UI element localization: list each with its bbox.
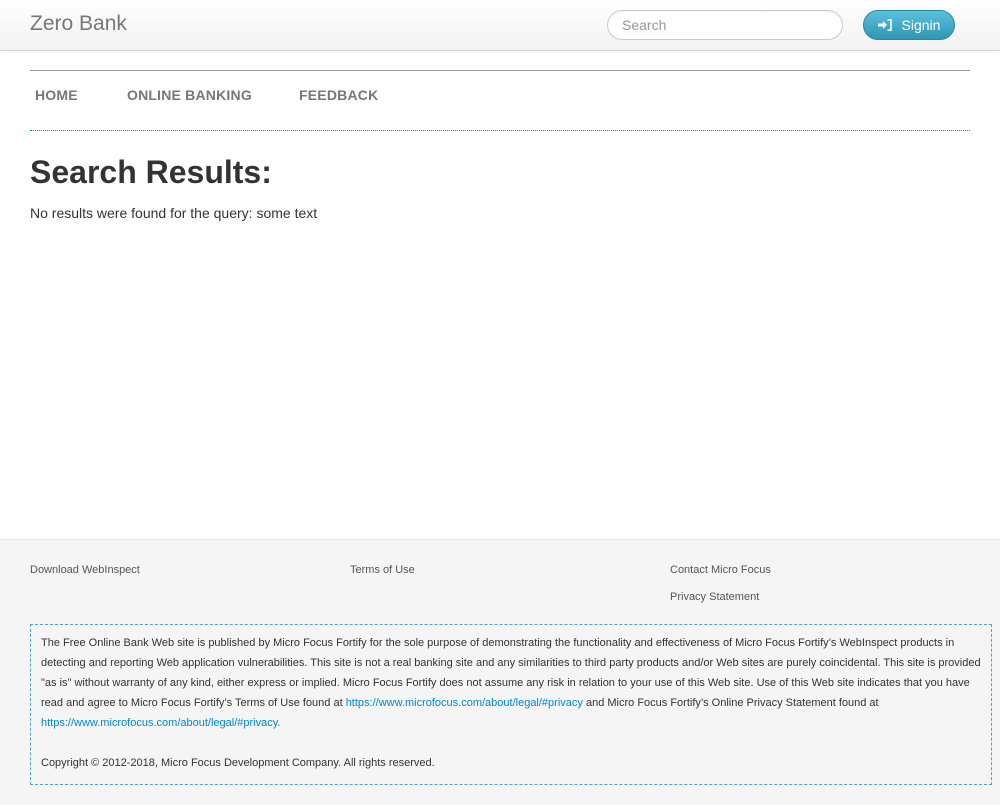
nav-bottom-divider	[30, 130, 970, 131]
footer: Download WebInspect Terms of Use Contact…	[0, 539, 1000, 805]
nav-item-home[interactable]: HOME	[35, 87, 78, 103]
terms-of-use-link[interactable]: https://www.microfocus.com/about/legal/#…	[346, 697, 583, 709]
main-nav: HOME ONLINE BANKING FEEDBACK	[30, 87, 970, 107]
footer-link-terms-of-use[interactable]: Terms of Use	[350, 564, 415, 576]
disclaimer-text-part-2: and Micro Focus Fortify’s Online Privacy…	[582, 697, 879, 709]
disclaimer-box: The Free Online Bank Web site is publish…	[30, 624, 992, 785]
nav-item-feedback[interactable]: FEEDBACK	[299, 87, 378, 103]
search-result-message: No results were found for the query: som…	[30, 205, 318, 221]
signin-label: Signin	[901, 17, 941, 33]
top-navbar: Zero Bank Signin	[0, 0, 1000, 51]
nav-item-online-banking[interactable]: ONLINE BANKING	[127, 87, 252, 103]
footer-link-download-webinspect[interactable]: Download WebInspect	[30, 564, 140, 576]
signin-button[interactable]: Signin	[863, 10, 955, 40]
brand-logo[interactable]: Zero Bank	[30, 12, 127, 36]
page-title: Search Results:	[30, 154, 272, 190]
nav-top-divider	[30, 70, 970, 71]
privacy-statement-link[interactable]: https://www.microfocus.com/about/legal/#…	[41, 717, 280, 729]
footer-link-contact[interactable]: Contact Micro Focus	[670, 564, 771, 576]
sign-in-icon	[877, 19, 892, 31]
search-input[interactable]	[607, 10, 843, 40]
disclaimer-text: The Free Online Bank Web site is publish…	[41, 633, 981, 733]
copyright: Copyright © 2012-2018, Micro Focus Devel…	[41, 757, 435, 769]
footer-link-privacy-statement[interactable]: Privacy Statement	[670, 591, 759, 603]
